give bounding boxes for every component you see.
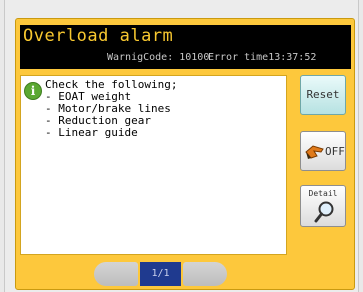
alarm-dialog: Overload alarm WarnigCode: 10100 Error t… [15, 18, 355, 290]
reset-button[interactable]: Reset [300, 75, 346, 115]
alarm-header: Overload alarm WarnigCode: 10100 Error t… [20, 25, 351, 69]
message-line: - Linear guide [45, 126, 138, 139]
warning-code: WarnigCode: 10100 [107, 52, 210, 63]
detail-button[interactable]: Detail [300, 185, 346, 227]
hand-pointer-icon [305, 145, 324, 159]
detail-label: Detail [308, 189, 338, 198]
window-frame: Overload alarm WarnigCode: 10100 Error t… [4, 0, 359, 292]
off-label: OFF [325, 145, 345, 158]
reset-label: Reset [306, 88, 340, 101]
off-button[interactable]: OFF [300, 131, 346, 171]
alarm-title: Overload alarm [23, 26, 174, 46]
next-page-button[interactable] [183, 262, 227, 286]
info-icon: i [24, 82, 42, 100]
message-text: Check the following; - EOAT weight - Mot… [45, 79, 177, 139]
previous-page-button[interactable] [94, 262, 138, 286]
page-indicator: 1/1 [140, 262, 181, 286]
error-time: Error time13:37:52 [208, 52, 317, 63]
magnifier-icon [314, 201, 334, 223]
message-box: i Check the following; - EOAT weight - M… [20, 75, 287, 255]
